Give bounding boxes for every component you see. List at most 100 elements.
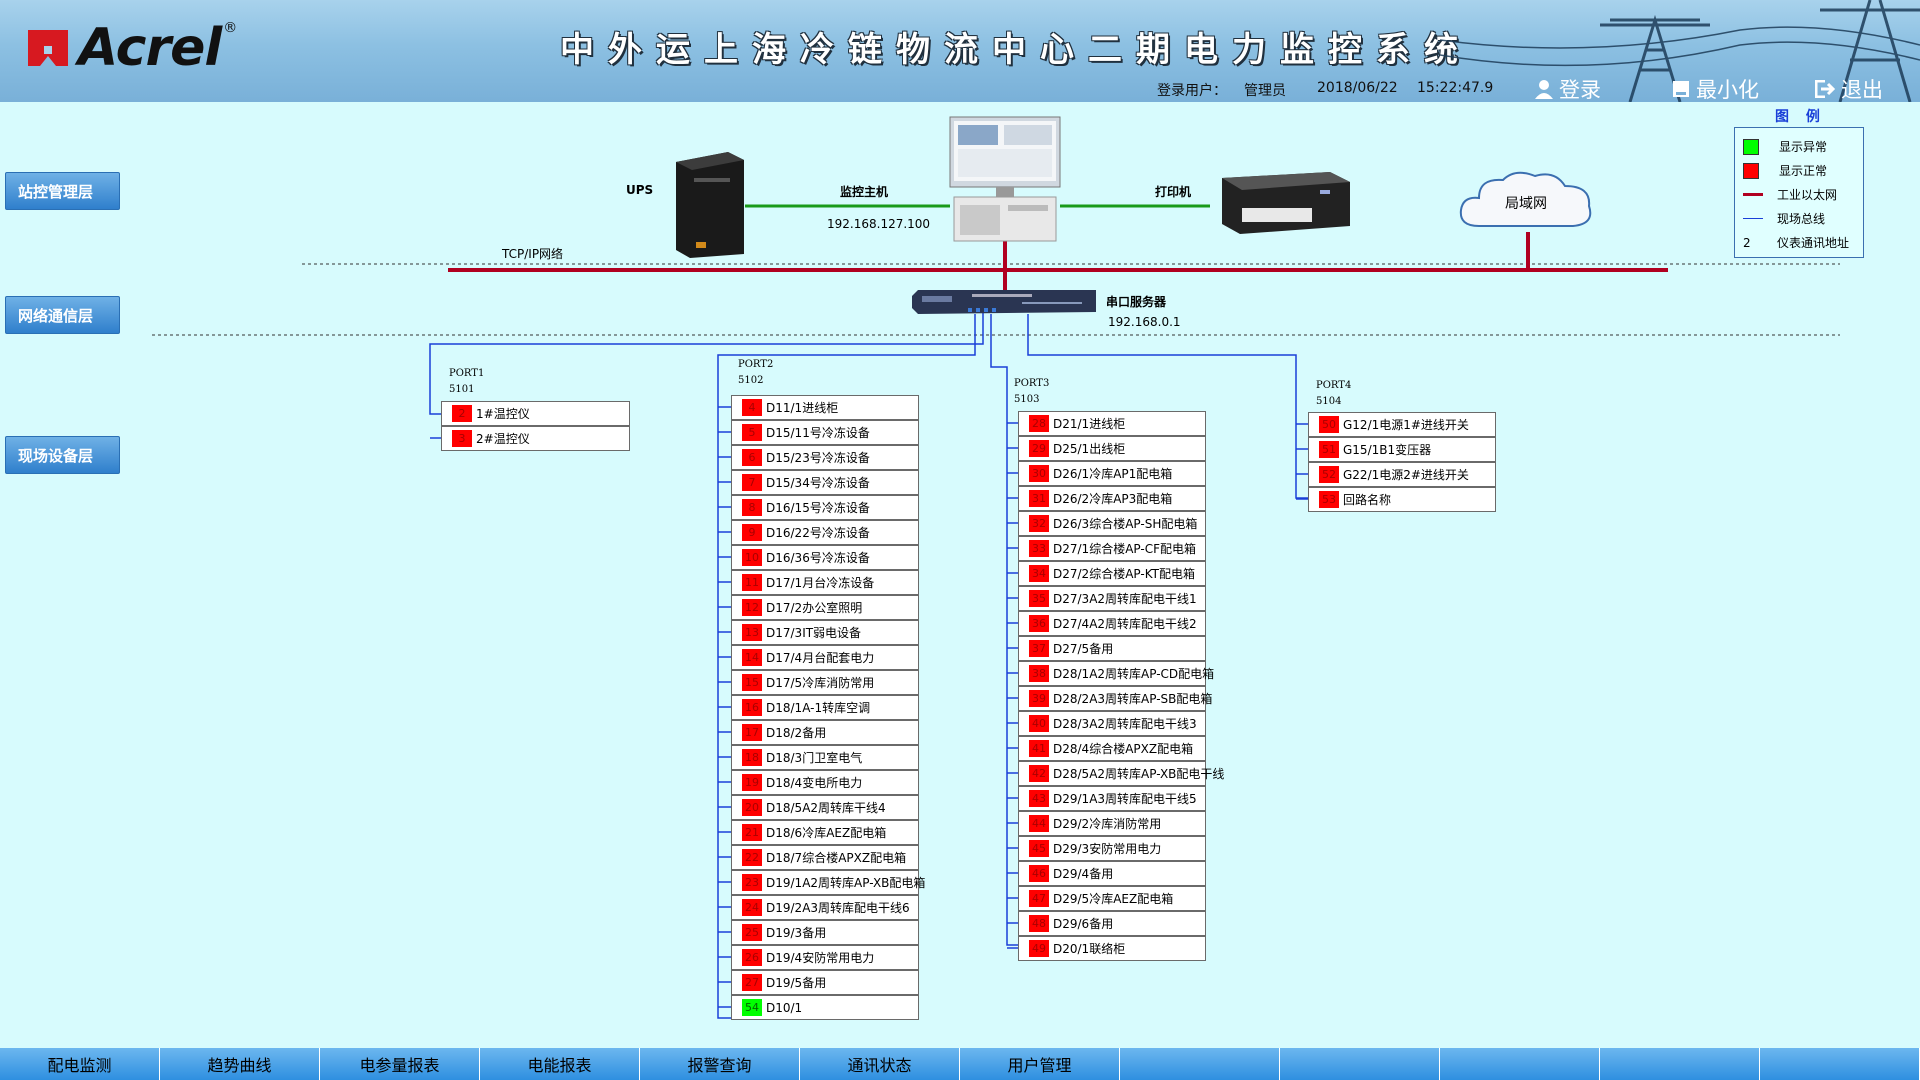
device-name: 2#温控仪	[476, 432, 530, 446]
device-row[interactable]: 18 D18/3门卫室电气	[731, 745, 919, 770]
address-badge: 27	[742, 974, 762, 991]
device-row[interactable]: 42 D28/5A2周转库AP-XB配电干线	[1018, 761, 1224, 786]
nav-item-5[interactable]: 通讯状态	[800, 1048, 960, 1080]
device-name: D27/2综合楼AP-KT配电箱	[1053, 567, 1195, 581]
device-row[interactable]: 52 G22/1电源2#进线开关	[1308, 462, 1496, 487]
device-row[interactable]: 7 D15/34号冷冻设备	[731, 470, 919, 495]
device-row[interactable]: 14 D17/4月台配套电力	[731, 645, 919, 670]
device-name: D28/4综合楼APXZ配电箱	[1053, 742, 1194, 756]
address-badge: 39	[1029, 690, 1049, 707]
device-row[interactable]: 30 D26/1冷库AP1配电箱	[1018, 461, 1206, 486]
device-row[interactable]: 54 D10/1	[731, 995, 919, 1020]
device-name: D28/3A2周转库配电干线3	[1053, 717, 1197, 731]
device-row[interactable]: 19 D18/4变电所电力	[731, 770, 919, 795]
device-name: D25/1出线柜	[1053, 442, 1126, 456]
device-name: D10/1	[766, 1000, 803, 1015]
address-badge: 24	[742, 899, 762, 916]
device-name: D26/3综合楼AP-SH配电箱	[1053, 517, 1198, 531]
device-row[interactable]: 46 D29/4备用	[1018, 861, 1206, 886]
nav-item-4[interactable]: 报警查询	[640, 1048, 800, 1080]
nav-item-empty[interactable]	[1280, 1048, 1440, 1080]
device-row[interactable]: 17 D18/2备用	[731, 720, 919, 745]
device-row[interactable]: 35 D27/3A2周转库配电干线1	[1018, 586, 1206, 611]
nav-item-0[interactable]: 配电监测	[0, 1048, 160, 1080]
device-row[interactable]: 20 D18/5A2周转库干线4	[731, 795, 919, 820]
device-row[interactable]: 45 D29/3安防常用电力	[1018, 836, 1206, 861]
device-name: D27/1综合楼AP-CF配电箱	[1053, 542, 1196, 556]
device-name: D19/3备用	[766, 926, 827, 940]
device-row[interactable]: 41 D28/4综合楼APXZ配电箱	[1018, 736, 1206, 761]
device-row[interactable]: 9 D16/22号冷冻设备	[731, 520, 919, 545]
device-row[interactable]: 39 D28/2A3周转库AP-SB配电箱	[1018, 686, 1212, 711]
device-row[interactable]: 25 D19/3备用	[731, 920, 919, 945]
device-row[interactable]: 44 D29/2冷库消防常用	[1018, 811, 1206, 836]
device-row[interactable]: 34 D27/2综合楼AP-KT配电箱	[1018, 561, 1206, 586]
legend-panel: 显示异常 显示正常 工业以太网 现场总线 2 仪表通讯地址	[1734, 127, 1864, 258]
nav-item-3[interactable]: 电能报表	[480, 1048, 640, 1080]
port1-device-list: 2 1#温控仪 3 2#温控仪	[441, 401, 630, 451]
nav-item-empty[interactable]	[1120, 1048, 1280, 1080]
device-name: D29/2冷库消防常用	[1053, 817, 1162, 831]
serial-server-icon	[912, 290, 1096, 314]
serial-server-label: 串口服务器	[1106, 295, 1167, 309]
device-row[interactable]: 51 G15/1B1变压器	[1308, 437, 1496, 462]
device-row[interactable]: 43 D29/1A3周转库配电干线5	[1018, 786, 1206, 811]
device-row[interactable]: 16 D18/1A-1转库空调	[731, 695, 919, 720]
fieldbus-line-swatch	[1743, 218, 1763, 219]
address-badge: 4	[742, 399, 762, 416]
device-row[interactable]: 50 G12/1电源1#进线开关	[1308, 412, 1496, 437]
nav-item-empty[interactable]	[1440, 1048, 1600, 1080]
device-row[interactable]: 15 D17/5冷库消防常用	[731, 670, 919, 695]
device-row[interactable]: 13 D17/3IT弱电设备	[731, 620, 919, 645]
device-row[interactable]: 31 D26/2冷库AP3配电箱	[1018, 486, 1206, 511]
device-row[interactable]: 29 D25/1出线柜	[1018, 436, 1206, 461]
device-row[interactable]: 21 D18/6冷库AEZ配电箱	[731, 820, 919, 845]
device-row[interactable]: 47 D29/5冷库AEZ配电箱	[1018, 886, 1206, 911]
green-status-swatch	[1743, 138, 1759, 155]
device-name: D21/1进线柜	[1053, 417, 1126, 431]
address-badge: 38	[1029, 665, 1049, 682]
device-row[interactable]: 32 D26/3综合楼AP-SH配电箱	[1018, 511, 1206, 536]
device-name: D16/15号冷冻设备	[766, 501, 870, 515]
device-row[interactable]: 10 D16/36号冷冻设备	[731, 545, 919, 570]
address-badge: 43	[1029, 790, 1049, 807]
nav-item-empty[interactable]	[1600, 1048, 1760, 1080]
nav-item-1[interactable]: 趋势曲线	[160, 1048, 320, 1080]
device-row[interactable]: 2 1#温控仪	[441, 401, 630, 426]
device-name: D29/6备用	[1053, 917, 1114, 931]
lan-label: 局域网	[1505, 196, 1547, 212]
nav-item-6[interactable]: 用户管理	[960, 1048, 1120, 1080]
device-row[interactable]: 28 D21/1进线柜	[1018, 411, 1206, 436]
device-name: D18/7综合楼APXZ配电箱	[766, 851, 907, 865]
device-row[interactable]: 22 D18/7综合楼APXZ配电箱	[731, 845, 919, 870]
address-symbol: 2	[1743, 235, 1751, 250]
device-row[interactable]: 49 D20/1联络柜	[1018, 936, 1206, 961]
device-row[interactable]: 4 D11/1进线柜	[731, 395, 919, 420]
device-row[interactable]: 23 D19/1A2周转库AP-XB配电箱	[731, 870, 925, 895]
device-name: D19/2A3周转库配电干线6	[766, 901, 910, 915]
device-row[interactable]: 3 2#温控仪	[441, 426, 630, 451]
device-row[interactable]: 24 D19/2A3周转库配电干线6	[731, 895, 919, 920]
nav-item-2[interactable]: 电参量报表	[320, 1048, 480, 1080]
device-row[interactable]: 27 D19/5备用	[731, 970, 919, 995]
device-row[interactable]: 5 D15/11号冷冻设备	[731, 420, 919, 445]
device-row[interactable]: 33 D27/1综合楼AP-CF配电箱	[1018, 536, 1206, 561]
device-name: D27/3A2周转库配电干线1	[1053, 592, 1197, 606]
device-row[interactable]: 26 D19/4安防常用电力	[731, 945, 919, 970]
device-name: D27/4A2周转库配电干线2	[1053, 617, 1197, 631]
device-row[interactable]: 6 D15/23号冷冻设备	[731, 445, 919, 470]
address-badge: 5	[742, 424, 762, 441]
device-row[interactable]: 11 D17/1月台冷冻设备	[731, 570, 919, 595]
device-row[interactable]: 37 D27/5备用	[1018, 636, 1206, 661]
device-row[interactable]: 53 回路名称	[1308, 487, 1496, 512]
device-row[interactable]: 38 D28/1A2周转库AP-CD配电箱	[1018, 661, 1214, 686]
device-row[interactable]: 8 D16/15号冷冻设备	[731, 495, 919, 520]
device-name: D28/5A2周转库AP-XB配电干线	[1053, 767, 1225, 781]
legend-label: 显示异常	[1779, 140, 1828, 154]
device-row[interactable]: 36 D27/4A2周转库配电干线2	[1018, 611, 1206, 636]
nav-item-empty[interactable]	[1760, 1048, 1920, 1080]
address-badge: 48	[1029, 915, 1049, 932]
device-row[interactable]: 48 D29/6备用	[1018, 911, 1206, 936]
device-row[interactable]: 12 D17/2办公室照明	[731, 595, 919, 620]
device-row[interactable]: 40 D28/3A2周转库配电干线3	[1018, 711, 1206, 736]
